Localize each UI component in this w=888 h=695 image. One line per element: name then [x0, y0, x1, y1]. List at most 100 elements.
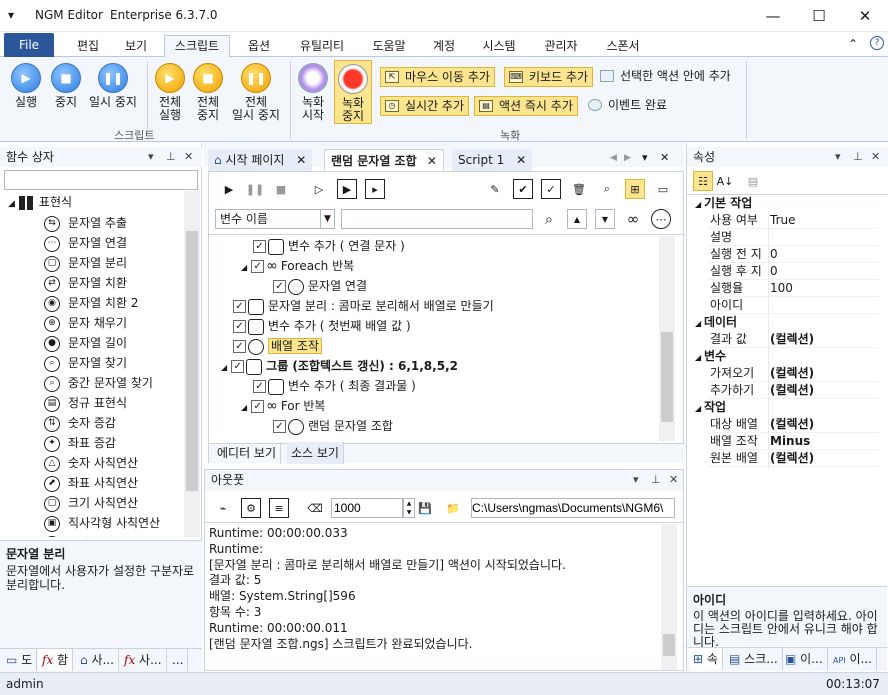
checkbox-icon[interactable]: ✓	[273, 420, 286, 433]
editor-run-selected-icon[interactable]: ▶	[337, 179, 357, 199]
tab-account[interactable]: 계정	[424, 36, 464, 57]
function-item[interactable]: ▢ 문자열 분리	[44, 253, 127, 273]
action-row[interactable]: ✓ 변수 추가 ( 최종 결과물 )	[253, 376, 416, 396]
search-icon[interactable]: ⌕	[597, 179, 617, 199]
minimize-button[interactable]: —	[750, 0, 796, 32]
checkbox-icon[interactable]: ✓	[251, 400, 265, 413]
editor-scrollbar[interactable]	[659, 236, 675, 441]
function-item[interactable]: ⊕ 문자 채우기	[44, 313, 127, 333]
tab-edit[interactable]: 편집	[66, 36, 110, 57]
move-up-icon[interactable]: ▲	[567, 209, 587, 229]
doc-tab-random-string[interactable]: 랜덤 문자열 조합 ✕	[324, 149, 444, 171]
checkbox-icon[interactable]: ✓	[233, 320, 246, 333]
tab-source-view[interactable]: 소스 보기	[287, 442, 344, 464]
run-button[interactable]: ▶ 실행	[6, 63, 46, 109]
tab-scroll-left-icon[interactable]: ◀	[610, 153, 617, 163]
function-item[interactable]: ✦ 좌표 증감	[44, 433, 116, 453]
filter-search-icon[interactable]: ⌕	[539, 209, 559, 229]
function-list-scrollbar[interactable]	[184, 191, 200, 537]
function-item[interactable]: ⬈ 좌표 사칙연산	[44, 473, 138, 493]
pause-all-button[interactable]: ❚❚ 전체 일시 중지	[228, 63, 284, 122]
property-category[interactable]: ◢ 기본 작업	[695, 195, 752, 212]
event-done-button[interactable]: 이벤트 완료	[586, 96, 667, 116]
function-item[interactable]: ⇆ 문자열 추출	[44, 213, 127, 233]
pin-icon[interactable]: ⊥	[651, 470, 661, 490]
action-row-selected[interactable]: ✓ 배열 조작	[233, 336, 322, 356]
tab-file[interactable]: File	[4, 33, 54, 57]
count-spinner[interactable]: ▲ ▼	[403, 498, 415, 518]
editor-run-from-icon[interactable]: ▸	[365, 179, 385, 199]
pause-button[interactable]: ❚❚ 일시 중지	[86, 63, 140, 109]
property-category[interactable]: ◢ 데이터	[695, 314, 737, 331]
doc-tab-start-page[interactable]: ⌂ 시작 페이지 ✕	[208, 149, 313, 171]
close-tab-icon[interactable]: ✕	[296, 153, 306, 167]
tab-utility[interactable]: 유틸리티	[290, 36, 354, 57]
property-value[interactable]: (컬렉션)	[770, 365, 814, 382]
tab-close-all-icon[interactable]: ✕	[660, 151, 669, 164]
editor-pause-icon[interactable]: ❚❚	[245, 179, 265, 199]
function-item[interactable]: ● 문자열 길이	[44, 333, 127, 353]
function-item[interactable]: ⌕ 문자열 찾기	[44, 353, 127, 373]
editor-run-icon[interactable]: ▶	[219, 179, 239, 199]
function-item[interactable]: ▤ 정규 표현식	[44, 393, 127, 413]
checkbox-icon[interactable]: ✓	[273, 280, 286, 293]
collapse-arrow-icon[interactable]: ◢	[695, 404, 704, 413]
checkbox-icon[interactable]: ✓	[253, 240, 266, 253]
collapse-arrow-icon[interactable]: ◢	[241, 263, 247, 272]
function-item[interactable]: ⇅ 숫자 증감	[44, 413, 116, 433]
folder-icon[interactable]: 📁	[443, 498, 463, 518]
property-category[interactable]: ◢ 변수	[695, 348, 726, 365]
editor-step-icon[interactable]: ▷	[309, 179, 329, 199]
action-row[interactable]: ✓ 랜덤 문자열 조합	[273, 416, 393, 436]
function-item[interactable]: ▣ 직사각형 사칙연산	[44, 513, 160, 533]
run-all-button[interactable]: ▶ 전체 실행	[152, 63, 188, 122]
property-value[interactable]: Minus	[770, 433, 810, 450]
tab-view[interactable]: 보기	[114, 36, 158, 57]
editor-filter-input[interactable]	[341, 209, 533, 229]
function-item[interactable]: ◉ 문자열 치환 2	[44, 293, 138, 313]
checkbox-icon[interactable]: ✓	[253, 380, 266, 393]
action-row[interactable]: ✓ 문자열 분리 : 콤마로 분리해서 배열로 만들기	[233, 296, 494, 316]
property-value[interactable]: (컬렉션)	[770, 331, 814, 348]
tab-script[interactable]: 스크립트	[164, 35, 230, 57]
property-value[interactable]: (컬렉션)	[770, 416, 814, 433]
monitor-icon[interactable]: ▭	[653, 179, 673, 199]
bottom-tab-functions[interactable]: fx 함	[38, 649, 74, 671]
check-icon[interactable]: ✓	[541, 179, 561, 199]
property-category[interactable]: ◢ 작업	[695, 399, 726, 416]
add-inside-action-button[interactable]: 선택한 액션 안에 추가	[598, 67, 731, 87]
bottom-tab-image[interactable]: ▣ 이...	[781, 648, 828, 670]
collapse-arrow-icon[interactable]: ◢	[695, 353, 704, 362]
clear-log-icon[interactable]: ⌁	[213, 498, 233, 518]
close-panel-icon[interactable]: ✕	[669, 470, 678, 490]
editor-stop-icon[interactable]: ■	[271, 179, 291, 199]
stop-all-button[interactable]: ■ 전체 중지	[190, 63, 226, 122]
action-row[interactable]: ✓ 문자열 연결	[273, 276, 367, 296]
checkbox-icon[interactable]: ✓	[233, 340, 246, 353]
ribbon-collapse-icon[interactable]: ⌃	[848, 37, 858, 51]
tab-admin[interactable]: 관리자	[534, 36, 588, 57]
log-settings-icon[interactable]: ⚙	[241, 498, 261, 518]
action-row[interactable]: ◢ ✓ 그룹 (조합텍스트 갱신) : 6,1,8,5,2	[221, 356, 458, 376]
collapse-arrow-icon[interactable]: ◢	[695, 200, 704, 209]
collapse-arrow-icon[interactable]: ◢	[221, 363, 227, 372]
mouse-move-add-button[interactable]: ⇱ 마우스 이동 추가	[380, 67, 495, 87]
property-value[interactable]: 0	[770, 246, 778, 263]
tree-view-icon[interactable]: ⊞	[625, 179, 645, 199]
help-icon[interactable]: ?	[870, 36, 884, 50]
close-button[interactable]: ✕	[842, 0, 888, 32]
tab-list-icon[interactable]: ▾	[642, 151, 648, 164]
function-item[interactable]: ▢ 크기 사칙연산	[44, 493, 138, 513]
categorized-icon[interactable]: ☷	[693, 171, 713, 191]
function-item[interactable]: ⇄ 문자열 치환	[44, 273, 127, 293]
tab-help[interactable]: 도움말	[362, 36, 416, 57]
stop-button[interactable]: ■ 중지	[46, 63, 86, 109]
property-value[interactable]: (컬렉션)	[770, 382, 814, 399]
function-item[interactable]: ⌕ 중간 문자열 찾기	[44, 373, 153, 393]
eraser-icon[interactable]: ⌫	[305, 498, 325, 518]
sort-az-icon[interactable]: A↓	[715, 171, 735, 191]
function-item[interactable]: △ 숫자 사칙연산	[44, 453, 138, 473]
bottom-tab-4[interactable]: fx 사...	[120, 649, 167, 671]
tab-sponsor[interactable]: 스폰서	[598, 36, 648, 57]
realtime-add-button[interactable]: ◷ 실시간 추가	[380, 96, 470, 116]
